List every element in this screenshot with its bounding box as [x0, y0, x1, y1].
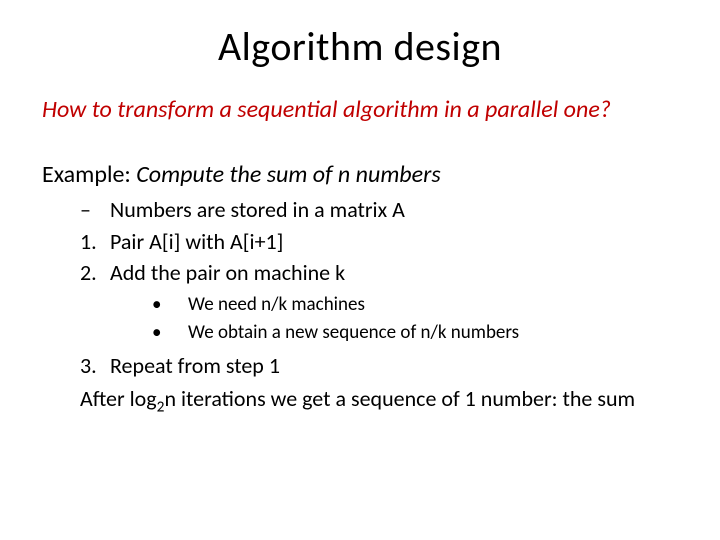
number-marker: 3.: [80, 351, 110, 382]
level2-list: • We need n/k machines • We obtain a new…: [152, 292, 678, 345]
example-label: Example:: [42, 160, 136, 189]
example-line: Example: Compute the sum of n numbers: [42, 160, 678, 189]
closing-block: 3. Repeat from step 1 After log2n iterat…: [80, 351, 678, 415]
after-text: After log2n iterations we get a sequence…: [80, 384, 678, 415]
item-text: Repeat from step 1: [110, 351, 280, 382]
item-text: We obtain a new sequence of n/k numbers: [188, 320, 519, 346]
level1-list: – Numbers are stored in a matrix A 1. Pa…: [80, 195, 678, 288]
slide-title: Algorithm design: [42, 22, 678, 71]
after-part-b: n iterations we get a sequence of 1 numb…: [164, 385, 635, 412]
slide: Algorithm design How to transform a sequ…: [0, 0, 720, 540]
example-desc: Compute the sum of n numbers: [136, 160, 440, 189]
item-text: Pair A[i] with A[i+1]: [110, 227, 283, 257]
list-item: 1. Pair A[i] with A[i+1]: [80, 227, 678, 257]
bullet-marker: •: [152, 292, 188, 318]
item-text: Add the pair on machine k: [110, 258, 345, 288]
list-item: 3. Repeat from step 1: [80, 351, 678, 382]
item-text: Numbers are stored in a matrix A: [110, 195, 405, 225]
list-item: 2. Add the pair on machine k: [80, 258, 678, 288]
after-part-a: After log: [80, 385, 157, 412]
list-item: • We need n/k machines: [152, 292, 678, 318]
dash-marker: –: [80, 195, 110, 225]
question-text: How to transform a sequential algorithm …: [42, 95, 678, 124]
number-marker: 1.: [80, 227, 110, 257]
item-text: We need n/k machines: [188, 292, 365, 318]
list-item: • We obtain a new sequence of n/k number…: [152, 320, 678, 346]
list-item: – Numbers are stored in a matrix A: [80, 195, 678, 225]
number-marker: 2.: [80, 258, 110, 288]
bullet-marker: •: [152, 320, 188, 346]
